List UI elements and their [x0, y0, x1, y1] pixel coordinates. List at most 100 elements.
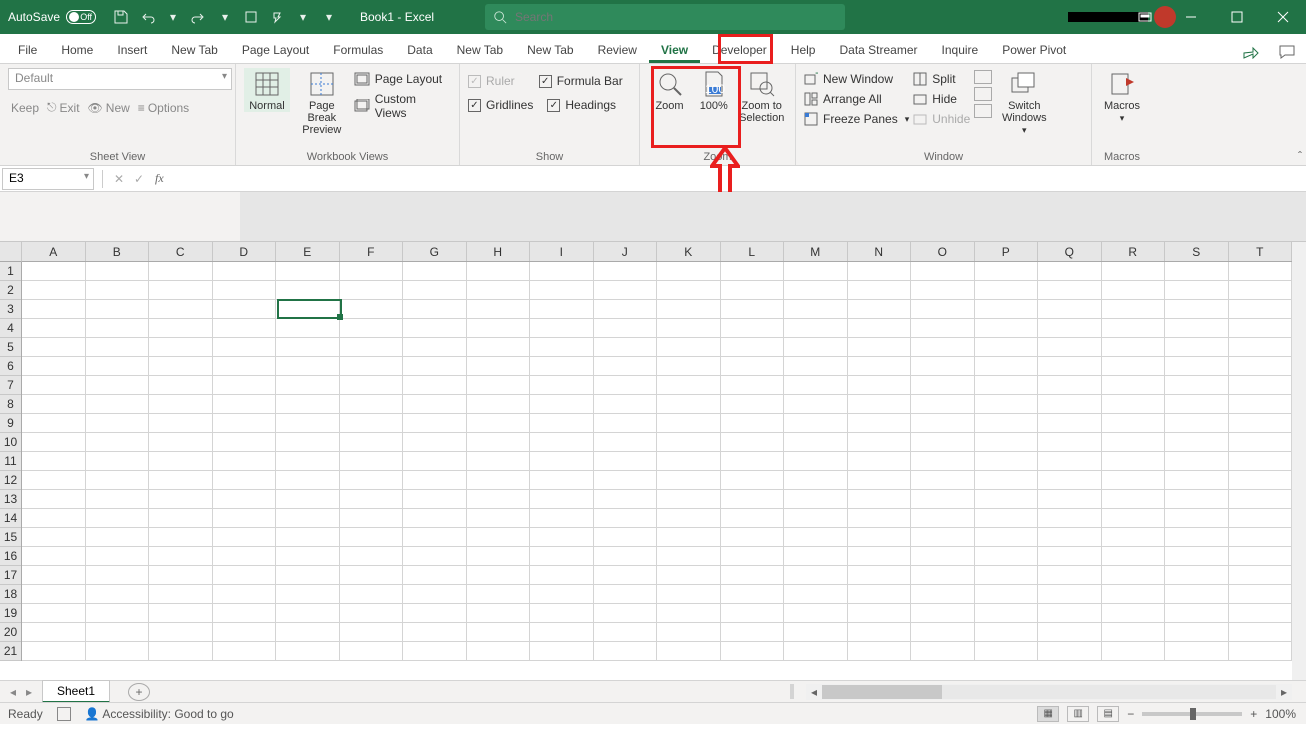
cell[interactable]: [86, 433, 150, 452]
cell[interactable]: [784, 642, 848, 661]
cell[interactable]: [975, 433, 1039, 452]
cell[interactable]: [1165, 433, 1229, 452]
cell[interactable]: [594, 528, 658, 547]
cell[interactable]: [22, 414, 86, 433]
cell[interactable]: [149, 262, 213, 281]
cell[interactable]: [1102, 471, 1166, 490]
page-layout-button[interactable]: Page Layout: [354, 72, 451, 86]
cell[interactable]: [975, 319, 1039, 338]
cell[interactable]: [594, 509, 658, 528]
collapse-ribbon-button[interactable]: ˆ: [1298, 149, 1302, 163]
cell[interactable]: [975, 547, 1039, 566]
cell[interactable]: [784, 262, 848, 281]
cell[interactable]: [86, 357, 150, 376]
cell[interactable]: [784, 319, 848, 338]
name-box[interactable]: E3: [2, 168, 94, 190]
cell[interactable]: [784, 414, 848, 433]
cell[interactable]: [911, 490, 975, 509]
cell[interactable]: [784, 528, 848, 547]
cell[interactable]: [975, 300, 1039, 319]
cell[interactable]: [1165, 471, 1229, 490]
cell[interactable]: [911, 357, 975, 376]
tab-file[interactable]: File: [6, 37, 49, 63]
cell[interactable]: [657, 338, 721, 357]
cell[interactable]: [467, 395, 531, 414]
cell[interactable]: [86, 300, 150, 319]
cell[interactable]: [276, 395, 340, 414]
col-header-K[interactable]: K: [657, 242, 721, 261]
row-header-19[interactable]: 19: [0, 604, 21, 623]
cell[interactable]: [213, 490, 277, 509]
row-header-21[interactable]: 21: [0, 642, 21, 661]
cell[interactable]: [657, 566, 721, 585]
cell[interactable]: [22, 471, 86, 490]
cell[interactable]: [848, 471, 912, 490]
cell[interactable]: [911, 642, 975, 661]
cell[interactable]: [1038, 433, 1102, 452]
cell[interactable]: [340, 585, 404, 604]
col-header-O[interactable]: O: [911, 242, 975, 261]
cell[interactable]: [149, 585, 213, 604]
cell[interactable]: [1038, 395, 1102, 414]
cell[interactable]: [657, 376, 721, 395]
cell[interactable]: [530, 300, 594, 319]
cell[interactable]: [149, 433, 213, 452]
cell[interactable]: [340, 414, 404, 433]
cell[interactable]: [975, 585, 1039, 604]
row-header-10[interactable]: 10: [0, 433, 21, 452]
insert-function-button[interactable]: fx: [149, 171, 170, 186]
cell[interactable]: [848, 281, 912, 300]
cell[interactable]: [86, 452, 150, 471]
col-header-M[interactable]: M: [784, 242, 848, 261]
cell[interactable]: [594, 490, 658, 509]
cell[interactable]: [22, 585, 86, 604]
cell[interactable]: [911, 566, 975, 585]
row-header-13[interactable]: 13: [0, 490, 21, 509]
cell[interactable]: [213, 604, 277, 623]
cell[interactable]: [403, 433, 467, 452]
cell[interactable]: [1038, 490, 1102, 509]
cell[interactable]: [340, 300, 404, 319]
cell[interactable]: [1229, 319, 1293, 338]
cell[interactable]: [975, 604, 1039, 623]
col-header-R[interactable]: R: [1102, 242, 1166, 261]
col-header-S[interactable]: S: [1165, 242, 1229, 261]
cell[interactable]: [848, 262, 912, 281]
qat-extra2-icon[interactable]: [266, 6, 288, 28]
cell[interactable]: [1229, 452, 1293, 471]
cell[interactable]: [1102, 395, 1166, 414]
qat-extra1-icon[interactable]: [240, 6, 262, 28]
cell[interactable]: [213, 528, 277, 547]
toggle-switch[interactable]: Off: [66, 10, 96, 24]
cell[interactable]: [848, 414, 912, 433]
cell[interactable]: [530, 433, 594, 452]
cell[interactable]: [467, 433, 531, 452]
cell[interactable]: [213, 585, 277, 604]
cell[interactable]: [86, 490, 150, 509]
cell[interactable]: [22, 395, 86, 414]
cell[interactable]: [276, 642, 340, 661]
cell[interactable]: [721, 490, 785, 509]
cell[interactable]: [22, 376, 86, 395]
cell[interactable]: [1038, 642, 1102, 661]
cell[interactable]: [1102, 585, 1166, 604]
cell[interactable]: [403, 547, 467, 566]
tab-newtab-3[interactable]: New Tab: [515, 37, 585, 63]
cell[interactable]: [530, 642, 594, 661]
cell[interactable]: [848, 319, 912, 338]
cell[interactable]: [276, 604, 340, 623]
formula-bar-checkbox[interactable]: Formula Bar: [539, 74, 623, 88]
normal-view-status-button[interactable]: ▦: [1037, 706, 1059, 722]
row-header-18[interactable]: 18: [0, 585, 21, 604]
cell[interactable]: [975, 376, 1039, 395]
cell[interactable]: [467, 585, 531, 604]
cell[interactable]: [911, 262, 975, 281]
cell[interactable]: [1229, 471, 1293, 490]
cell[interactable]: [530, 509, 594, 528]
row-header-12[interactable]: 12: [0, 471, 21, 490]
cell[interactable]: [1165, 528, 1229, 547]
cell[interactable]: [975, 642, 1039, 661]
cell[interactable]: [848, 490, 912, 509]
cell[interactable]: [594, 566, 658, 585]
cell[interactable]: [594, 262, 658, 281]
